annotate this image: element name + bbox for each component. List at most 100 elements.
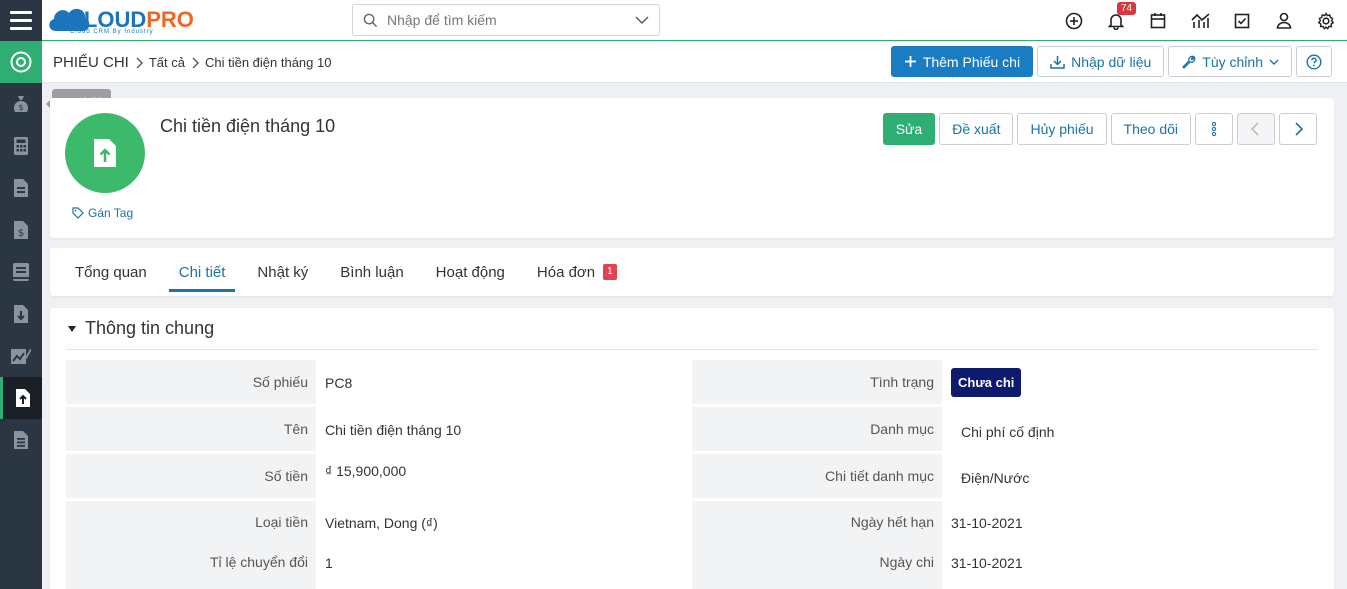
record-header: Gán Tag Chi tiền điện tháng 10 Sửa Đề xu… xyxy=(50,98,1334,238)
field-currency: Loại tiền Vietnam, Dong (₫) xyxy=(66,501,692,545)
field-voucher-number: Số phiếu PC8 xyxy=(66,360,692,404)
field-value[interactable]: ₫ 15,900,000 xyxy=(325,463,406,479)
record-avatar xyxy=(65,113,145,193)
propose-button[interactable]: Đề xuất xyxy=(939,113,1014,145)
field-value[interactable]: Điện/Nước xyxy=(961,470,1029,486)
cloudpro-logo[interactable]: CLOUDPRO Cloud CRM By Industry xyxy=(46,2,194,38)
global-search[interactable] xyxy=(352,4,660,36)
add-payment-voucher-button[interactable]: Thêm Phiếu chi xyxy=(890,46,1034,77)
field-value[interactable]: 31-10-2021 xyxy=(951,555,1023,571)
document-icon xyxy=(14,431,28,449)
task-icon[interactable] xyxy=(1221,0,1263,41)
sidebar-item-payment-voucher[interactable] xyxy=(0,377,42,419)
breadcrumb-module[interactable]: PHIẾU CHI xyxy=(53,54,129,71)
follow-button[interactable]: Theo dõi xyxy=(1110,113,1191,145)
add-icon[interactable] xyxy=(1053,0,1095,41)
logo-tagline: Cloud CRM By Industry xyxy=(70,29,154,35)
field-name: Tên Chi tiền điện tháng 10 xyxy=(66,407,692,451)
user-icon[interactable] xyxy=(1263,0,1305,41)
section-header[interactable]: Thông tin chung xyxy=(67,318,214,339)
download-icon xyxy=(1050,55,1065,69)
section-title: Thông tin chung xyxy=(85,318,215,338)
field-category: Danh mục Chi phí cố định xyxy=(692,407,1318,451)
field-payment-date: Ngày chi 31-10-2021 xyxy=(692,545,1318,589)
field-value[interactable]: Chi phí cố định xyxy=(961,424,1054,440)
sidebar-item-invoice[interactable] xyxy=(0,167,42,209)
chevron-right-icon xyxy=(136,57,143,68)
chevron-right-icon xyxy=(192,57,199,68)
tab-overview[interactable]: Tổng quan xyxy=(65,248,157,296)
assign-tag-link[interactable]: Gán Tag xyxy=(72,206,133,220)
download-doc-icon xyxy=(14,305,28,323)
field-label: Tình trạng xyxy=(692,360,942,404)
report-icon[interactable] xyxy=(1179,0,1221,41)
sidebar: $ $ xyxy=(0,41,42,589)
wrench-icon xyxy=(1182,55,1196,69)
invoice-count-badge: 1 xyxy=(603,264,617,280)
plus-icon xyxy=(904,56,916,67)
field-status: Tình trạng Chưa chi xyxy=(692,360,1318,404)
calculator-icon xyxy=(14,137,28,155)
chart-edit-icon xyxy=(11,349,32,364)
hamburger-menu-icon[interactable] xyxy=(0,0,42,41)
status-badge[interactable]: Chưa chi xyxy=(951,368,1022,397)
field-label: Tên xyxy=(66,407,316,451)
sidebar-item-home[interactable] xyxy=(0,41,42,83)
field-label: Tỉ lệ chuyển đổi xyxy=(66,545,316,589)
book-icon xyxy=(13,263,29,281)
sidebar-item-calculator[interactable] xyxy=(0,125,42,167)
caret-down-icon xyxy=(68,325,76,332)
tab-invoices[interactable]: Hóa đơn 1 xyxy=(527,248,627,296)
sidebar-item-inbound[interactable] xyxy=(0,293,42,335)
svg-text:$: $ xyxy=(18,103,23,112)
calendar-icon[interactable] xyxy=(1137,0,1179,41)
sidebar-item-opportunity[interactable]: $ xyxy=(0,83,42,125)
field-label: Ngày chi xyxy=(692,545,942,589)
tab-comments[interactable]: Bình luận xyxy=(330,248,413,296)
field-value[interactable]: Vietnam, Dong (₫) xyxy=(325,515,438,531)
top-bar: CLOUDPRO Cloud CRM By Industry 74 xyxy=(0,0,1347,41)
sidebar-item-receipt[interactable]: $ xyxy=(0,209,42,251)
vertical-dots-icon xyxy=(1211,122,1217,136)
breadcrumb-current: Chi tiền điện tháng 10 xyxy=(204,55,332,70)
money-bag-icon: $ xyxy=(13,96,29,112)
tabs-card: Tổng quan Chi tiết Nhật ký Bình luận Hoạ… xyxy=(50,248,1334,296)
dollar-doc-icon: $ xyxy=(14,221,28,239)
tab-activities[interactable]: Hoạt động xyxy=(426,248,515,296)
tab-details[interactable]: Chi tiết xyxy=(168,248,236,296)
field-label: Loại tiền xyxy=(66,501,316,545)
field-label: Danh mục xyxy=(692,407,942,451)
field-value[interactable]: 1 xyxy=(325,555,333,571)
sidebar-item-ledger[interactable] xyxy=(0,251,42,293)
sidebar-item-documents[interactable] xyxy=(0,419,42,461)
invoice-icon xyxy=(14,179,28,197)
cancel-voucher-button[interactable]: Hủy phiếu xyxy=(1017,113,1107,145)
bell-icon[interactable]: 74 xyxy=(1095,0,1137,41)
notification-badge: 74 xyxy=(1117,2,1137,15)
field-value[interactable]: Chi tiền điện tháng 10 xyxy=(325,422,461,438)
field-value[interactable]: PC8 xyxy=(325,375,352,391)
tab-log[interactable]: Nhật ký xyxy=(247,248,318,296)
record-title: Chi tiền điện tháng 10 xyxy=(160,116,336,136)
previous-record-button[interactable] xyxy=(1237,113,1275,145)
breadcrumb-bar: PHIẾU CHI Tất cả Chi tiền điện tháng 10 … xyxy=(42,42,1347,83)
detail-panel: Thông tin chung Số phiếu PC8 Tên Chi tiề… xyxy=(50,308,1334,589)
field-label: Số tiền xyxy=(66,454,316,498)
gear-icon[interactable] xyxy=(1305,0,1347,41)
breadcrumb-all[interactable]: Tất cả xyxy=(149,55,185,70)
field-value[interactable]: 31-10-2021 xyxy=(951,515,1023,531)
more-actions-button[interactable] xyxy=(1195,113,1233,145)
help-button[interactable] xyxy=(1296,46,1332,77)
field-exchange-rate: Tỉ lệ chuyển đổi 1 xyxy=(66,545,692,589)
edit-button[interactable]: Sửa xyxy=(882,113,936,145)
chevron-down-icon[interactable] xyxy=(625,16,659,24)
divider xyxy=(66,349,1318,350)
next-record-button[interactable] xyxy=(1279,113,1317,145)
sidebar-item-reports[interactable] xyxy=(0,335,42,377)
field-due-date: Ngày hết hạn 31-10-2021 xyxy=(692,501,1318,545)
breadcrumb: PHIẾU CHI Tất cả Chi tiền điện tháng 10 xyxy=(53,54,331,71)
chevron-down-icon xyxy=(1269,59,1279,65)
customize-button[interactable]: Tùy chỉnh xyxy=(1168,46,1292,77)
import-data-button[interactable]: Nhập dữ liệu xyxy=(1037,46,1165,77)
search-input[interactable] xyxy=(387,12,625,28)
